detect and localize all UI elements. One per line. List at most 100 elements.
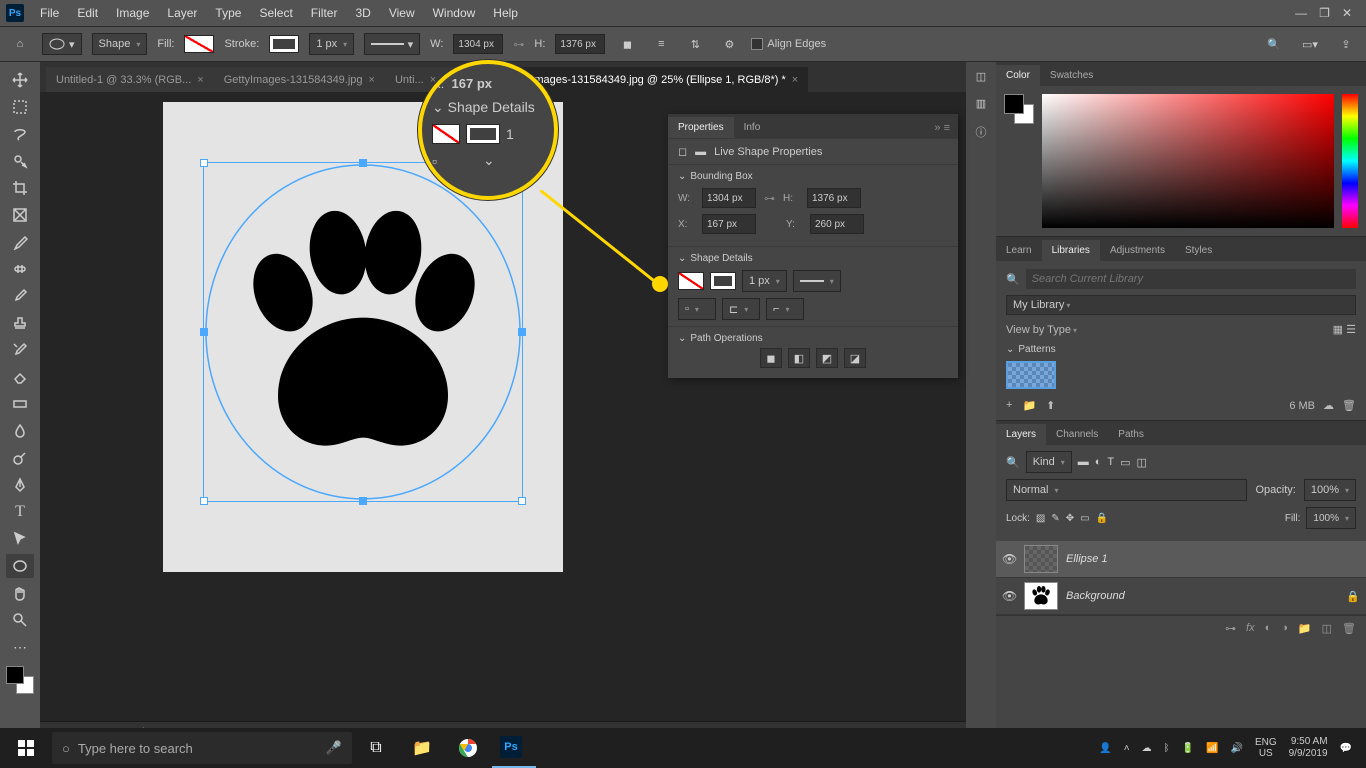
blur-tool[interactable] (6, 419, 34, 443)
stroke-style-select[interactable]: ▾ (364, 33, 420, 55)
notifications-icon[interactable]: 💬 (1340, 743, 1352, 754)
window-restore-icon[interactable]: ❐ (1319, 6, 1330, 20)
group-icon[interactable]: 📁 (1298, 622, 1312, 635)
lock-all-icon[interactable]: 🔒 (1096, 513, 1108, 524)
shape-stroke-swatch[interactable] (710, 272, 736, 290)
shape-bounding-box[interactable] (203, 162, 523, 502)
zoom-tool[interactable] (6, 608, 34, 632)
lasso-tool[interactable] (6, 122, 34, 146)
photoshop-taskbar-icon[interactable]: Ps (492, 728, 536, 768)
tab-properties[interactable]: Properties (668, 117, 734, 138)
tab-color[interactable]: Color (996, 65, 1040, 86)
menu-view[interactable]: View (381, 2, 423, 24)
close-icon[interactable]: × (369, 74, 375, 86)
layer-row[interactable]: 👁 Ellipse 1 (996, 541, 1366, 578)
dodge-tool[interactable] (6, 446, 34, 470)
path-combine-icon[interactable]: ◼ (760, 348, 782, 368)
stamp-tool[interactable] (6, 311, 34, 335)
tray-up-icon[interactable]: ˄ (1124, 743, 1130, 754)
pattern-swatch[interactable] (1006, 361, 1056, 389)
type-tool[interactable]: T (6, 500, 34, 524)
task-view-icon[interactable]: ⧉ (354, 728, 398, 768)
panel-icon[interactable]: ⓘ (976, 124, 987, 140)
menu-edit[interactable]: Edit (69, 2, 106, 24)
clock[interactable]: 9:50 AM9/9/2019 (1289, 736, 1328, 760)
crop-tool[interactable] (6, 176, 34, 200)
panel-icon[interactable]: ▥ (976, 97, 986, 110)
patterns-section[interactable]: Patterns (1018, 344, 1055, 355)
hue-slider[interactable] (1342, 94, 1358, 228)
height-input[interactable] (555, 34, 605, 54)
filter-shape-icon[interactable]: ▭ (1120, 456, 1130, 469)
fx-icon[interactable]: fx (1246, 622, 1255, 635)
upload-icon[interactable]: ⬆ (1046, 399, 1055, 412)
volume-icon[interactable]: 🔊 (1230, 743, 1242, 754)
blend-mode-select[interactable]: Normal (1006, 479, 1247, 501)
trash-icon[interactable]: 🗑 (1342, 399, 1356, 412)
color-field[interactable] (1042, 94, 1334, 228)
bb-x-input[interactable] (702, 214, 756, 234)
gear-icon[interactable]: ⚙ (717, 32, 741, 56)
tab-info[interactable]: Info (734, 117, 771, 138)
width-input[interactable] (453, 34, 503, 54)
lock-trans-icon[interactable]: ▨ (1036, 513, 1045, 524)
stroke-corners[interactable]: ⌐ (766, 298, 804, 320)
visibility-icon[interactable]: 👁 (1002, 589, 1016, 603)
menu-file[interactable]: File (32, 2, 67, 24)
layer-row[interactable]: 👁 Background 🔒 (996, 578, 1366, 615)
tab-libraries[interactable]: Libraries (1042, 240, 1100, 261)
shape-stroke-width[interactable]: 1 px (742, 270, 787, 292)
eyedropper-tool[interactable] (6, 230, 34, 254)
onedrive-icon[interactable]: ☁ (1142, 743, 1152, 754)
path-arrangement-icon[interactable]: ⇅ (683, 32, 707, 56)
layer-name[interactable]: Ellipse 1 (1066, 553, 1108, 565)
adjustment-icon[interactable]: ◑ (1281, 622, 1288, 635)
layer-filter-select[interactable]: Kind (1026, 451, 1072, 473)
search-icon[interactable]: 🔍 (1262, 32, 1286, 56)
menu-select[interactable]: Select (251, 2, 300, 24)
mask-icon[interactable]: ◐ (1265, 622, 1272, 635)
view-by-select[interactable]: View by Type (1006, 324, 1077, 336)
link-layers-icon[interactable]: ⊶ (1225, 622, 1236, 635)
tab-styles[interactable]: Styles (1175, 240, 1222, 261)
shape-fill-swatch[interactable] (678, 272, 704, 290)
fill-input[interactable]: 100% (1306, 507, 1356, 529)
stroke-width-input[interactable]: 1 px (309, 33, 354, 55)
path-select-tool[interactable] (6, 527, 34, 551)
library-search-input[interactable] (1026, 269, 1356, 289)
menu-help[interactable]: Help (485, 2, 526, 24)
menu-type[interactable]: Type (207, 2, 249, 24)
stroke-caps[interactable]: ⊏ (722, 298, 760, 320)
quick-select-tool[interactable] (6, 149, 34, 173)
frame-tool[interactable] (6, 203, 34, 227)
tab-paths[interactable]: Paths (1108, 424, 1154, 445)
filter-pixel-icon[interactable]: ▬ (1078, 456, 1089, 468)
path-subtract-icon[interactable]: ◧ (788, 348, 810, 368)
trash-icon[interactable]: 🗑 (1342, 622, 1356, 635)
pen-tool[interactable] (6, 473, 34, 497)
library-select[interactable]: My Library (1006, 295, 1356, 315)
visibility-icon[interactable]: 👁 (1002, 552, 1016, 566)
healing-tool[interactable] (6, 257, 34, 281)
bb-width-input[interactable] (702, 188, 756, 208)
gradient-tool[interactable] (6, 392, 34, 416)
close-icon[interactable]: × (792, 74, 798, 86)
workspace-icon[interactable]: ▭▾ (1298, 32, 1322, 56)
home-icon[interactable]: ⌂ (8, 32, 32, 56)
path-operations-section[interactable]: Path Operations (678, 333, 948, 344)
tab-channels[interactable]: Channels (1046, 424, 1108, 445)
lock-artboard-icon[interactable]: ▭ (1080, 513, 1089, 524)
history-brush-tool[interactable] (6, 338, 34, 362)
tab-swatches[interactable]: Swatches (1040, 65, 1103, 86)
share-icon[interactable]: ⇪ (1334, 32, 1358, 56)
battery-icon[interactable]: 🔋 (1182, 743, 1194, 754)
list-view-icon[interactable]: ☰ (1346, 324, 1356, 336)
foreground-background-colors[interactable] (6, 666, 34, 694)
shape-stroke-style[interactable] (793, 270, 841, 292)
menu-filter[interactable]: Filter (303, 2, 346, 24)
language-indicator[interactable]: ENGUS (1255, 737, 1277, 759)
shape-tool-preset[interactable]: ▾ (42, 33, 82, 55)
bb-height-input[interactable] (807, 188, 861, 208)
color-fg-bg[interactable] (1004, 94, 1034, 124)
close-icon[interactable]: × (197, 74, 203, 86)
